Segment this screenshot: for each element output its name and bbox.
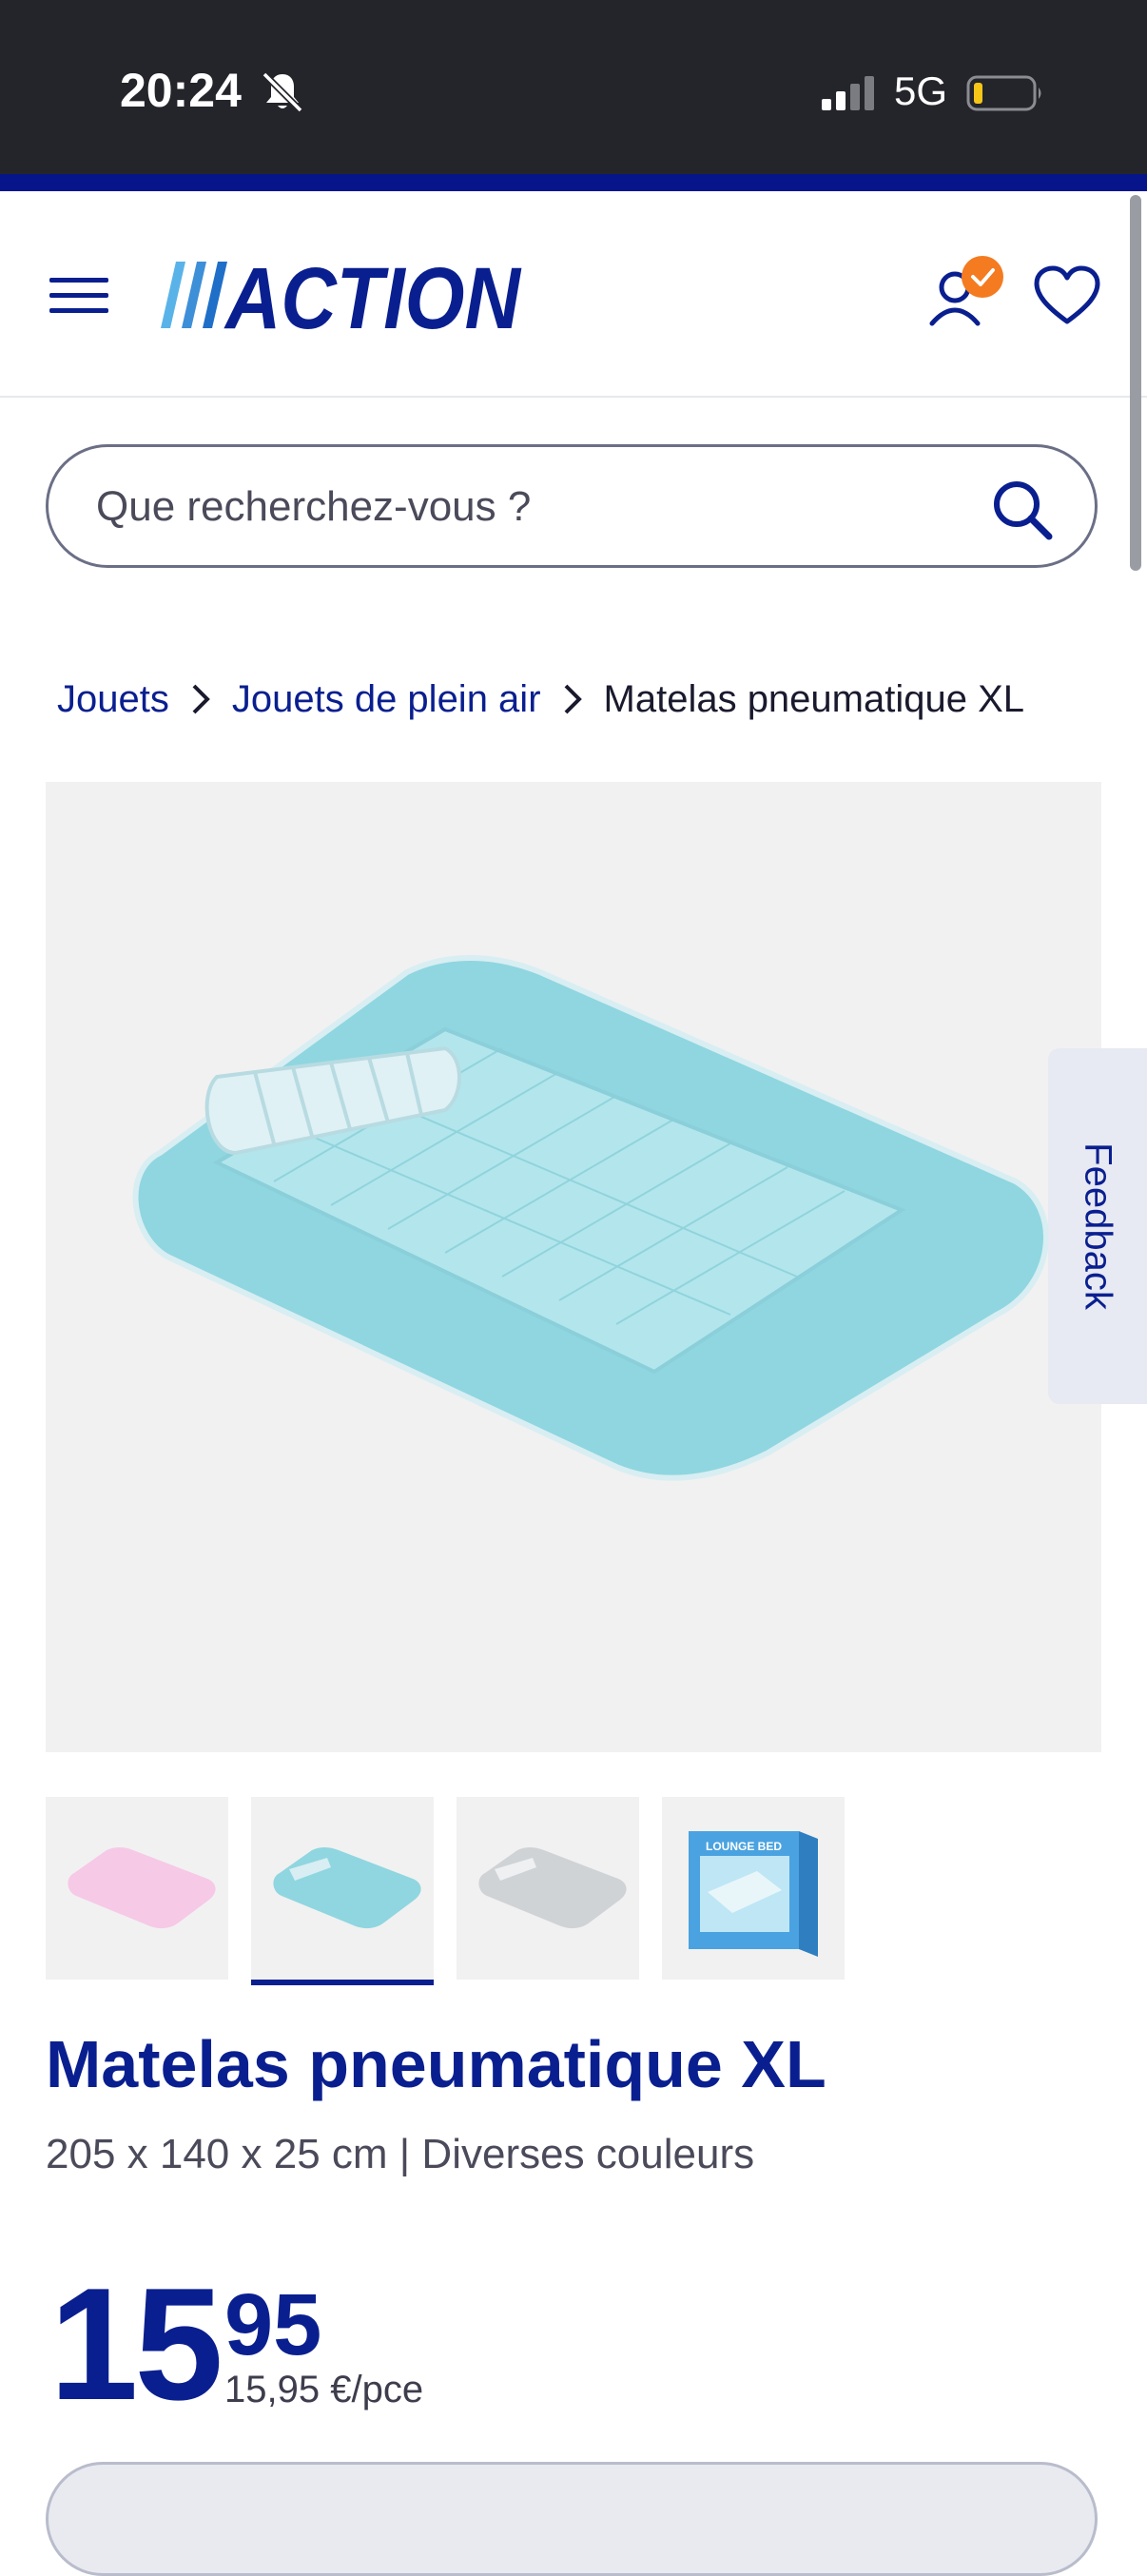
heart-icon[interactable] xyxy=(1033,264,1101,327)
bell-muted-icon xyxy=(262,71,303,113)
price-integer: 15 xyxy=(49,2254,224,2433)
feedback-label: Feedback xyxy=(1077,1142,1119,1310)
product-title: Matelas pneumatique XL xyxy=(46,2027,826,2101)
breadcrumb: Jouets Jouets de plein air Matelas pneum… xyxy=(57,666,1024,732)
thumbnail-turquoise[interactable] xyxy=(251,1797,434,1985)
price-decimal: 95 xyxy=(224,2276,322,2373)
user-icon[interactable] xyxy=(921,255,1012,341)
battery-low-icon xyxy=(966,75,1041,111)
user-badge-icon xyxy=(962,256,1003,298)
chevron-right-icon xyxy=(564,684,582,714)
air-mattress-image xyxy=(132,955,1049,1481)
search-bar[interactable] xyxy=(46,444,1098,568)
search-input[interactable] xyxy=(94,447,954,567)
grey-mattress-image xyxy=(478,1847,627,1929)
thumbnail-pink[interactable] xyxy=(46,1797,228,1980)
menu-icon[interactable] xyxy=(46,272,112,320)
search-icon[interactable] xyxy=(988,476,1057,544)
breadcrumb-jouets[interactable]: Jouets xyxy=(57,678,169,721)
breadcrumb-current: Matelas pneumatique XL xyxy=(603,677,1025,720)
product-subtitle: 205 x 140 x 25 cm | Diverses couleurs xyxy=(46,2131,755,2177)
turquoise-mattress-image xyxy=(273,1847,421,1929)
logo-text: ACTION xyxy=(224,252,522,338)
signal-icon xyxy=(822,76,874,110)
feedback-tab[interactable]: Feedback xyxy=(1048,1048,1147,1404)
thumbnail-box[interactable]: LOUNGE BED xyxy=(662,1797,845,1980)
add-to-cart-button[interactable] xyxy=(46,2462,1098,2576)
action-logo[interactable]: ACTION xyxy=(157,252,528,338)
unit-price: 15,95 €/pce xyxy=(224,2369,424,2410)
top-accent-strip xyxy=(0,174,1147,191)
lounge-bed-box-image: LOUNGE BED xyxy=(689,1831,818,1957)
thumbnail-grey[interactable] xyxy=(457,1797,639,1980)
page-scrollbar[interactable] xyxy=(1130,195,1141,571)
box-label: LOUNGE BED xyxy=(706,1840,782,1853)
breadcrumb-plein-air[interactable]: Jouets de plein air xyxy=(232,678,541,721)
status-time: 20:24 xyxy=(120,64,242,117)
pink-mattress-image xyxy=(68,1847,216,1929)
chevron-right-icon xyxy=(192,684,210,714)
status-bar: 20:24 5G xyxy=(0,0,1147,174)
product-main-image[interactable] xyxy=(46,782,1101,1752)
network-label: 5G xyxy=(894,68,948,113)
